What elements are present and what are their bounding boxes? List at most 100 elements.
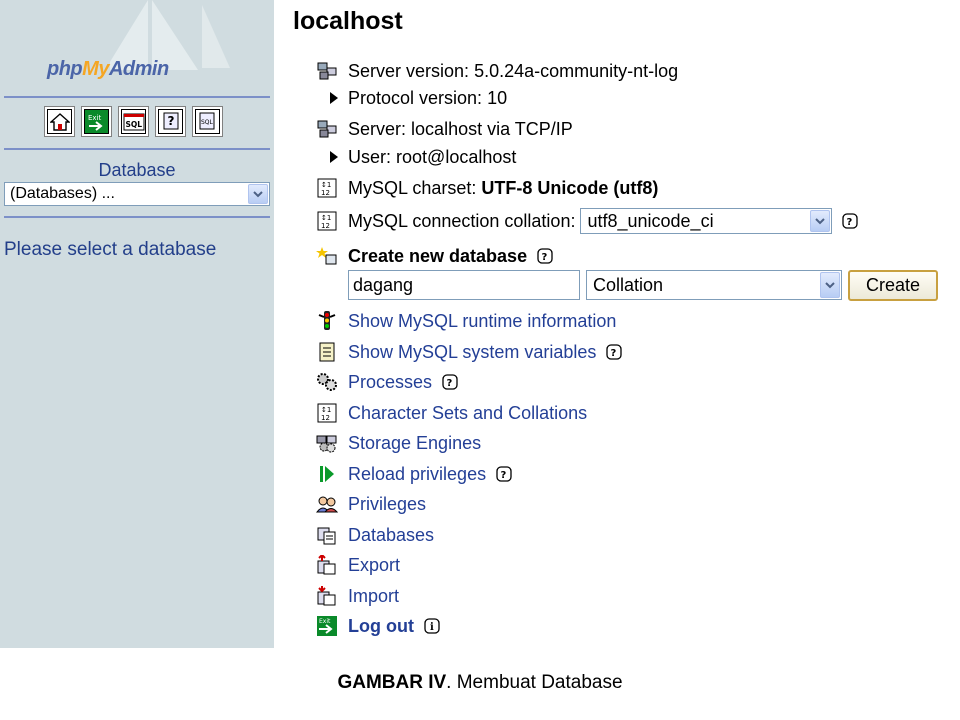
link-databases[interactable]: Databases [348,525,434,546]
create-database-heading-row: Create new database ? [316,244,553,268]
charset-icon: ↕1 12 [316,402,338,424]
user-row: User: root@localhost [316,145,516,169]
svg-text:i: i [430,622,434,633]
select-database-message: Please select a database [4,239,217,260]
svg-text:12: 12 [321,189,330,197]
svg-text:↕1: ↕1 [321,406,331,414]
link-processes[interactable]: Processes [348,372,432,393]
svg-text:↕1: ↕1 [321,214,331,222]
link-reload-privileges[interactable]: Reload privileges [348,464,486,485]
link-privileges[interactable]: Privileges [348,494,426,515]
create-database-heading: Create new database [348,245,528,266]
help-nav-button[interactable]: ? [155,106,186,137]
left-navigation-frame: phpMyAdmin Exit SQL ? SQL Database (Data… [0,0,274,648]
logout-nav-button[interactable]: Exit [81,106,112,137]
reload-icon [316,463,338,485]
databases-icon [316,524,338,546]
phpmyadmin-logo[interactable]: phpMyAdmin [47,58,169,81]
connection-collation-select[interactable]: utf8_unicode_ci [580,208,833,234]
link-export[interactable]: Export [348,555,400,576]
link-show-mysql-system-variables[interactable]: Show MySQL system variables [348,342,596,363]
chevron-down-icon[interactable] [820,272,840,298]
svg-text:Exit: Exit [319,618,331,625]
query-window-button[interactable]: SQL [192,106,223,137]
traffic-light-icon [316,310,338,332]
svg-text:SQL: SQL [201,119,214,126]
engines-icon [316,432,338,454]
main-frame: localhost Server version: 5.0.24a-commun… [284,0,960,648]
server-icon [316,118,338,140]
chevron-down-icon[interactable] [810,210,831,232]
database-select-value: (Databases) ... [10,185,115,202]
figure-caption: GAMBAR IV. Membuat Database [0,672,960,694]
link-row: Storage Engines [316,431,481,455]
protocol-version-value: 10 [487,87,508,108]
server-label: Server: [348,118,407,139]
link-row: Databases [316,523,434,547]
svg-text:?: ? [847,217,853,228]
sql-icon: SQL [121,109,146,134]
create-database-form: dagang Collation Create [348,269,938,301]
server-version-label: Server version: [348,60,470,81]
link-storage-engines[interactable]: Storage Engines [348,433,481,454]
help-icon[interactable]: ? [606,344,623,360]
database-label: Database [98,160,176,180]
help-icon[interactable]: ? [537,248,553,264]
page-title: localhost [293,7,403,35]
divider [4,216,270,218]
collation-select-value: Collation [593,275,664,295]
logout-link[interactable]: Log out [348,616,414,637]
protocol-version-row: Protocol version: 10 [316,86,507,110]
server-row: Server: localhost via TCP/IP [316,117,573,141]
import-icon [316,585,338,607]
collation-select[interactable]: Collation [586,270,842,300]
help-icon[interactable]: ? [842,213,859,229]
database-select[interactable]: (Databases) ... [4,182,270,206]
new-database-icon [316,245,338,267]
triangle-bullet-icon [330,92,338,104]
link-row: Privileges [316,492,426,516]
home-button[interactable] [44,106,75,137]
link-import[interactable]: Import [348,586,399,607]
divider [4,148,270,150]
link-show-mysql-runtime-information[interactable]: Show MySQL runtime information [348,311,616,332]
user-label: User: [348,146,392,167]
svg-text:Exit: Exit [88,114,102,122]
svg-text:?: ? [447,378,453,389]
create-button[interactable]: Create [848,269,938,301]
user-value: root@localhost [396,146,517,167]
processes-icon [316,371,338,393]
svg-text:↕1: ↕1 [321,181,331,189]
svg-text:?: ? [611,348,617,359]
help-icon[interactable]: ? [442,374,458,390]
help-icon[interactable]: ? [496,466,512,482]
link-row: Show MySQL system variables? [316,340,623,364]
link-row: ↕1 12 Character Sets and Collations [316,401,587,425]
charset-icon: ↕1 12 [316,210,338,232]
export-icon [316,554,338,576]
exit-icon: Exit [316,615,338,637]
connection-collation-row: ↕1 12 MySQL connection collation: utf8_un… [316,207,859,235]
help-icon: ? [158,109,183,134]
sql-button[interactable]: SQL [118,106,149,137]
variables-icon [316,341,338,363]
link-row: Processes? [316,370,458,394]
svg-text:?: ? [501,470,507,481]
charset-row: ↕1 12 MySQL charset: UTF-8 Unicode (utf8) [316,176,658,200]
svg-text:?: ? [542,252,548,263]
info-icon[interactable]: i [424,618,440,634]
chevron-down-icon[interactable] [248,184,268,204]
exit-icon: Exit [84,109,109,134]
triangle-bullet-icon [330,151,338,163]
link-row: Import [316,584,399,608]
sql-query-icon: SQL [195,109,220,134]
connection-collation-label: MySQL connection collation: [348,210,576,231]
nav-icon-row: Exit SQL ? SQL [44,106,223,137]
svg-text:?: ? [167,114,174,128]
connection-collation-value: utf8_unicode_ci [587,211,714,231]
charset-icon: ↕1 12 [316,177,338,199]
server-icon [316,60,338,82]
caption-rest: . Membuat Database [446,672,623,693]
link-character-sets-and-collations[interactable]: Character Sets and Collations [348,403,587,424]
database-name-input[interactable]: dagang [348,270,580,300]
